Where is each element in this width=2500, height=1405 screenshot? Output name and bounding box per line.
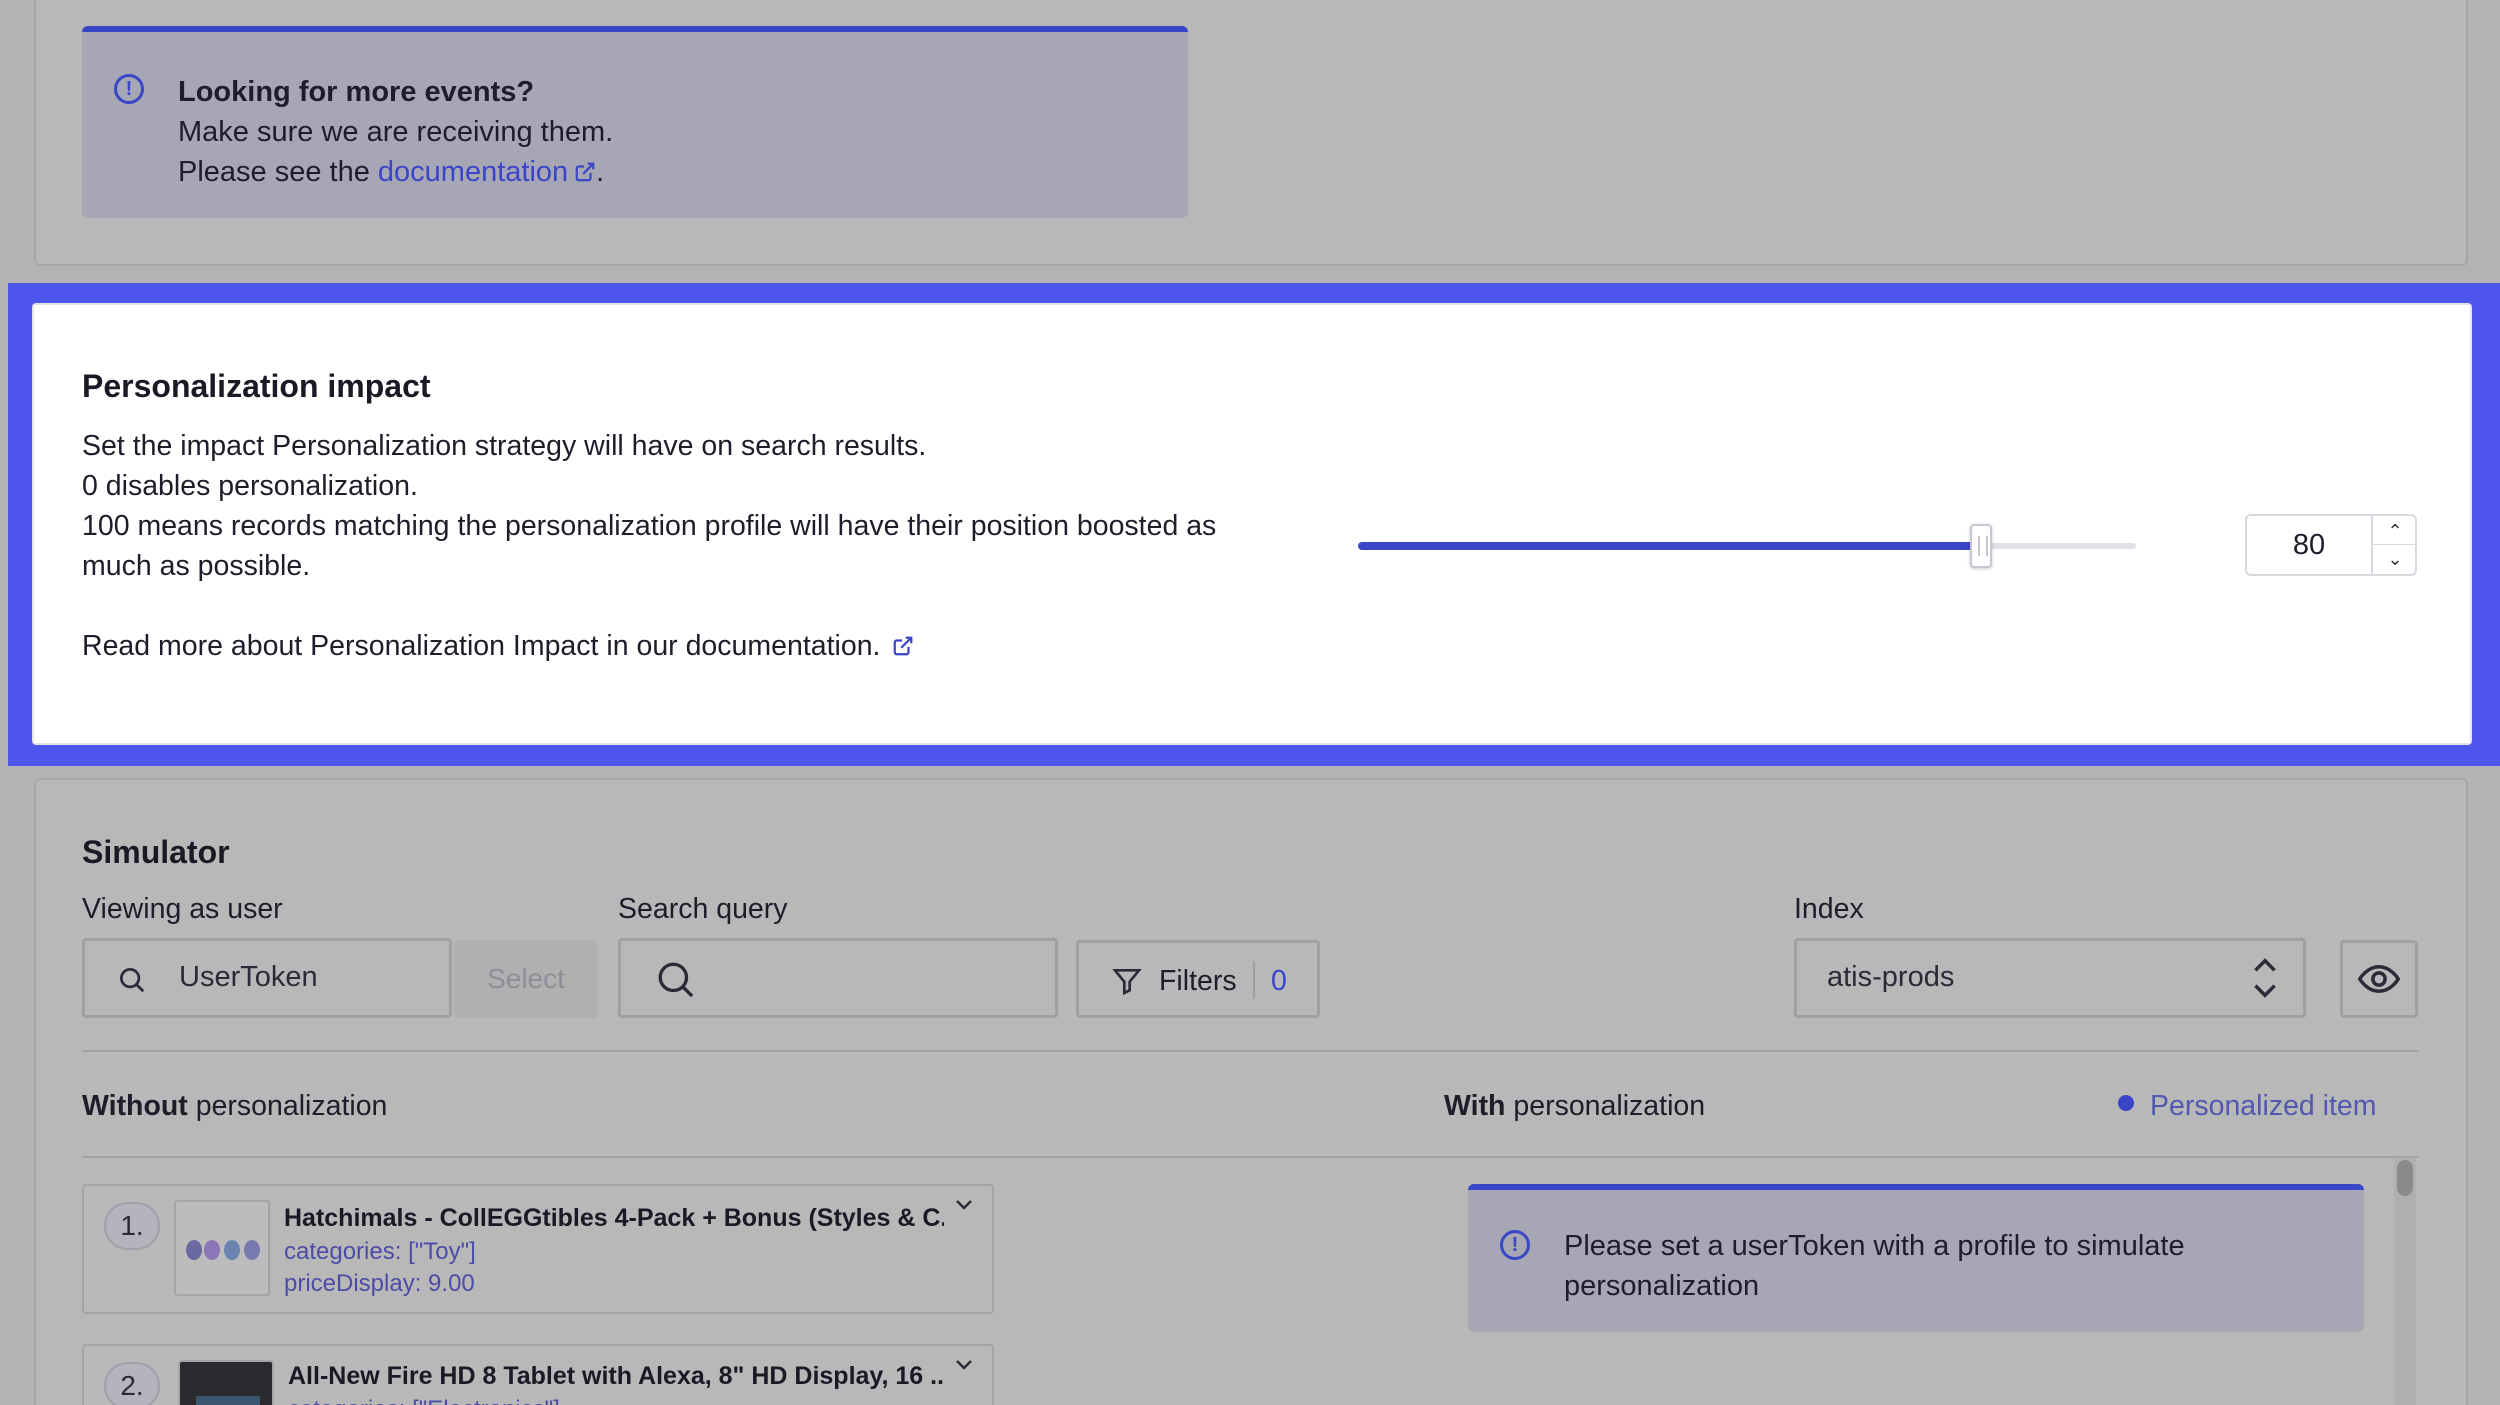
- events-info-suffix: .: [596, 156, 605, 188]
- decrement-button[interactable]: ⌄: [2371, 545, 2417, 574]
- impact-number-input[interactable]: 80 ⌃ ⌄: [2245, 514, 2417, 576]
- info-icon: !: [114, 74, 144, 104]
- documentation-link[interactable]: documentation: [378, 156, 596, 188]
- filters-divider: [1253, 961, 1255, 999]
- events-info-title: Looking for more events?: [178, 76, 535, 108]
- impact-doc-link[interactable]: Read more about Personalization Impact i…: [82, 626, 914, 666]
- result-title[interactable]: All-New Fire HD 8 Tablet with Alexa, 8" …: [288, 1362, 944, 1391]
- impact-slider-handle[interactable]: [1970, 524, 1992, 568]
- result-card[interactable]: 2. All-New Fire HD 8 Tablet with Alexa, …: [82, 1344, 994, 1405]
- filters-label: Filters: [1159, 965, 1237, 997]
- chevron-down-icon[interactable]: [954, 1358, 974, 1372]
- info-icon: !: [1500, 1230, 1530, 1260]
- results-scroll-thumb[interactable]: [2397, 1160, 2413, 1196]
- select-user-button[interactable]: Select: [454, 940, 598, 1018]
- impact-desc-4: much as possible.: [82, 550, 311, 582]
- without-personalization-heading: Without personalization: [82, 1090, 388, 1122]
- personalized-dot-icon: [2118, 1095, 2134, 1111]
- with-personalization-heading: With personalization: [1444, 1090, 1706, 1122]
- personalized-item-legend: Personalized item: [2150, 1090, 2377, 1122]
- events-info-box: ! Looking for more events? Make sure we …: [82, 26, 1188, 218]
- search-icon: [120, 968, 145, 993]
- result-price: priceDisplay: 9.00: [284, 1270, 475, 1297]
- impact-slider-fill: [1358, 542, 1980, 550]
- results-divider: [82, 1156, 2418, 1158]
- user-token-input[interactable]: UserToken: [82, 938, 452, 1018]
- search-query-input[interactable]: [618, 938, 1058, 1018]
- result-rank: 2.: [104, 1362, 160, 1405]
- result-rank: 1.: [104, 1202, 160, 1250]
- user-token-placeholder: UserToken: [179, 961, 318, 993]
- search-query-label: Search query: [618, 893, 788, 925]
- result-thumbnail: [174, 1200, 270, 1296]
- product-image-icon: [196, 1396, 260, 1405]
- external-link-icon: [575, 162, 595, 182]
- result-card[interactable]: 1. Hatchimals - CollEGGtibles 4-Pack + B…: [82, 1184, 994, 1314]
- external-link-icon: [894, 636, 913, 656]
- simulator-title: Simulator: [82, 834, 230, 870]
- result-thumbnail: [178, 1360, 274, 1405]
- product-image-icon: [186, 1240, 260, 1260]
- index-value: atis-prods: [1827, 961, 1955, 993]
- simulator-info-line1: Please set a userToken with a profile to…: [1564, 1230, 2185, 1262]
- eye-icon: [2358, 964, 2400, 994]
- index-label: Index: [1794, 893, 1864, 925]
- viewing-as-user-label: Viewing as user: [82, 893, 283, 925]
- search-icon: [658, 962, 694, 998]
- result-title[interactable]: Hatchimals - CollEGGtibles 4-Pack + Bonu…: [284, 1204, 944, 1233]
- simulator-info-box: ! Please set a userToken with a profile …: [1468, 1184, 2364, 1332]
- simulator-info-line2: personalization: [1564, 1270, 1760, 1302]
- impact-desc-2: 0 disables personalization.: [82, 470, 418, 502]
- events-info-line1: Make sure we are receiving them.: [178, 116, 614, 148]
- filter-icon: [1112, 969, 1142, 996]
- chevron-down-icon: ⌄: [2387, 549, 2403, 569]
- impact-desc-1: Set the impact Personalization strategy …: [82, 430, 927, 462]
- chevron-down-icon[interactable]: [954, 1198, 974, 1212]
- impact-desc-3: 100 means records matching the personali…: [82, 510, 1217, 542]
- result-categories: categories: ["Toy"]: [284, 1238, 476, 1265]
- impact-value[interactable]: 80: [2247, 516, 2371, 574]
- preview-button[interactable]: [2340, 940, 2418, 1018]
- events-info-line2: Please see the documentation.: [178, 152, 604, 192]
- increment-button[interactable]: ⌃: [2371, 516, 2417, 545]
- impact-title: Personalization impact: [82, 368, 431, 404]
- events-info-line2-prefix: Please see the: [178, 156, 370, 188]
- result-categories: categories: ["Electronics"]: [288, 1394, 560, 1405]
- filters-count: 0: [1271, 965, 1287, 997]
- index-select[interactable]: atis-prods: [1794, 938, 2306, 1018]
- chevron-up-down-icon: [2254, 958, 2276, 998]
- section-divider: [82, 1050, 2418, 1052]
- chevron-up-icon: ⌃: [2387, 521, 2403, 541]
- filters-button[interactable]: Filters 0: [1076, 940, 1320, 1018]
